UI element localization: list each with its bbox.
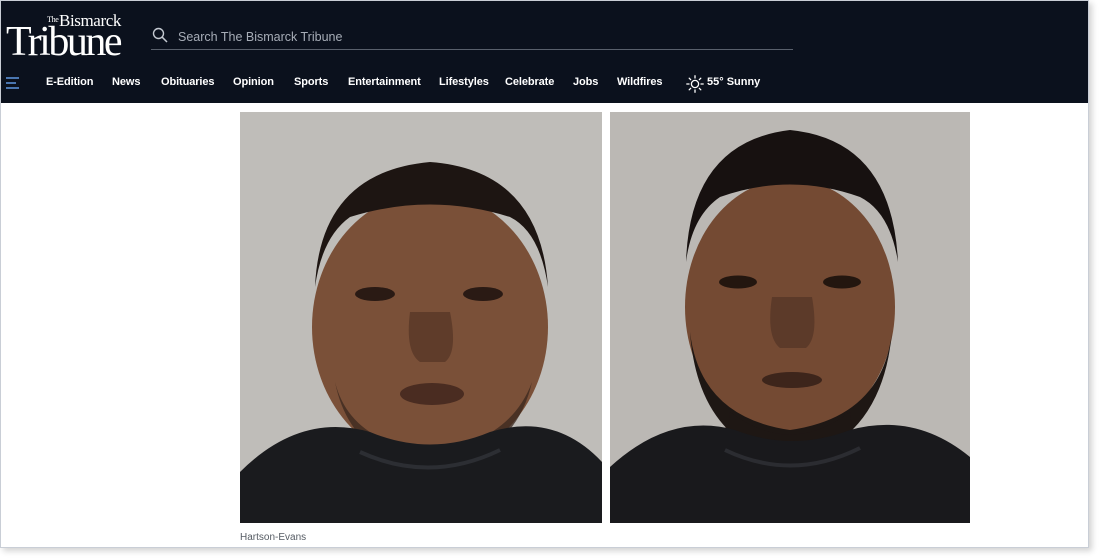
mugshot-right[interactable] — [610, 112, 970, 523]
search-bar — [151, 23, 793, 50]
nav-item-news[interactable]: News — [112, 76, 140, 88]
weather-label: 55° Sunny — [707, 76, 761, 88]
search-icon[interactable] — [152, 27, 168, 43]
nav-item-sports[interactable]: Sports — [294, 76, 328, 88]
search-input[interactable] — [176, 26, 780, 48]
site-logo[interactable]: The Bismarck Tribune — [6, 11, 131, 65]
photo-caption: Hartson-Evans — [240, 532, 307, 543]
nav-item-jobs[interactable]: Jobs — [573, 76, 598, 88]
main-nav: E-Edition News Obituaries Opinion Sports… — [1, 67, 1088, 99]
nav-item-celebrate[interactable]: Celebrate — [505, 76, 554, 88]
hamburger-menu-icon[interactable] — [6, 76, 22, 90]
nav-item-lifestyles[interactable]: Lifestyles — [439, 76, 489, 88]
person-photo-right — [610, 112, 970, 523]
nav-item-obituaries[interactable]: Obituaries — [161, 76, 215, 88]
nav-item-opinion[interactable]: Opinion — [233, 76, 274, 88]
logo-name-text: Tribune — [6, 19, 122, 65]
nav-item-wildfires[interactable]: Wildfires — [617, 76, 663, 88]
browser-viewport: The Bismarck Tribune E-Edition News Obit… — [0, 0, 1089, 548]
person-photo-left — [240, 112, 602, 523]
mugshot-left[interactable] — [240, 112, 602, 523]
site-header: The Bismarck Tribune E-Edition News Obit… — [1, 1, 1088, 103]
nav-item-entertainment[interactable]: Entertainment — [348, 76, 421, 88]
nav-item-e-edition[interactable]: E-Edition — [46, 76, 93, 88]
sun-icon — [686, 75, 704, 93]
